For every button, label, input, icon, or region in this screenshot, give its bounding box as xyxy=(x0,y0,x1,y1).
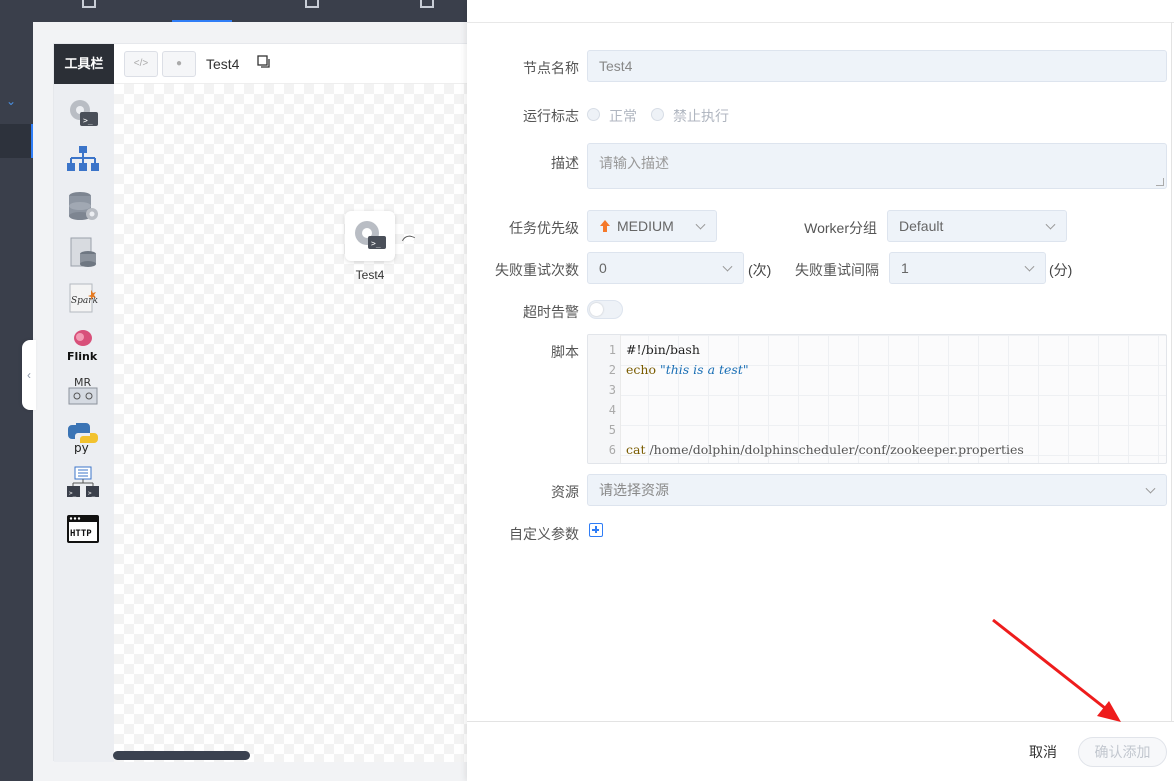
chevron-down-icon xyxy=(722,261,733,272)
chevron-down-icon[interactable]: ⌄ xyxy=(6,94,16,108)
copy-icon[interactable] xyxy=(257,55,271,69)
run-flag-forbidden-label: 禁止执行 xyxy=(673,108,729,124)
drawer-right-divider xyxy=(1171,22,1172,721)
resource-select[interactable]: 请选择资源 xyxy=(587,474,1167,506)
dag-name: Test4 xyxy=(206,56,240,72)
custom-params-label: 自定义参数 xyxy=(509,526,579,542)
svg-text:HTTP: HTTP xyxy=(70,529,92,539)
python-icon[interactable]: py xyxy=(66,420,100,454)
run-flag-label: 运行标志 xyxy=(523,108,579,124)
procedure-icon[interactable] xyxy=(66,190,100,224)
retry-times-select[interactable]: 0 xyxy=(587,252,744,284)
retry-times-label: 失败重试次数 xyxy=(495,262,579,278)
task-toolbar: >_ Spark Flink MR py >_ >_ HTTP xyxy=(54,84,114,762)
sql-icon[interactable] xyxy=(66,236,100,270)
svg-text:MR: MR xyxy=(74,376,91,389)
code-line-6: cat /home/dolphin/dolphinscheduler/conf/… xyxy=(626,442,1024,457)
header-nav-icon-3[interactable] xyxy=(420,0,434,8)
mr-icon[interactable]: MR xyxy=(66,374,100,408)
worker-group-select[interactable]: Default xyxy=(887,210,1067,242)
top-header xyxy=(0,0,467,22)
dependent-icon[interactable]: >_ >_ xyxy=(66,466,100,500)
http-icon[interactable]: HTTP xyxy=(66,512,100,546)
priority-label: 任务优先级 xyxy=(509,220,579,236)
code-line-2: echo "this is a test" xyxy=(626,362,749,377)
horizontal-scrollbar[interactable] xyxy=(113,751,250,760)
chevron-down-icon xyxy=(1145,483,1156,494)
svg-text:Flink: Flink xyxy=(67,350,98,362)
dag-toolbar: </> ● Test4 xyxy=(114,44,468,84)
line-number: 3 xyxy=(608,383,616,397)
shell-icon: >_ xyxy=(355,221,386,249)
sub-process-icon[interactable] xyxy=(66,144,100,178)
header-nav-icon-2[interactable] xyxy=(305,0,319,8)
description-label: 描述 xyxy=(551,155,579,171)
code-path: /home/dolphin/dolphinscheduler/conf/zook… xyxy=(649,442,1024,457)
code-line-1: #!/bin/bash xyxy=(626,342,700,357)
sidebar-active-item[interactable] xyxy=(0,124,33,158)
retry-times-value: 0 xyxy=(599,260,607,276)
run-flag-forbidden-radio[interactable] xyxy=(651,108,664,121)
editor-gutter: 1 2 3 4 5 6 xyxy=(588,335,621,463)
annotation-arrow-icon xyxy=(992,618,1121,722)
svg-text:>_: >_ xyxy=(69,490,77,497)
priority-value: MEDIUM xyxy=(617,218,674,234)
node-name-value: Test4 xyxy=(599,58,633,74)
worker-group-value: Default xyxy=(899,218,944,234)
line-number: 2 xyxy=(608,363,616,377)
line-number: 4 xyxy=(608,403,616,417)
code-string: "this is a test" xyxy=(659,362,749,377)
run-flag-normal-radio[interactable] xyxy=(587,108,600,121)
spark-icon[interactable]: Spark xyxy=(66,282,100,316)
code-view-button[interactable]: </> xyxy=(124,51,158,77)
dag-workspace: 工具栏 >_ Spark Flink MR py >_ >_ HTTP </> … xyxy=(53,43,468,762)
line-number: 1 xyxy=(608,343,616,357)
arrow-up-icon xyxy=(600,220,610,232)
dag-canvas[interactable] xyxy=(114,84,468,762)
priority-select[interactable]: MEDIUM xyxy=(587,210,717,242)
svg-text:>_: >_ xyxy=(88,490,96,497)
code-keyword: cat xyxy=(626,442,646,457)
collapse-sidebar-handle[interactable]: ‹ xyxy=(22,340,36,410)
description-placeholder: 请输入描述 xyxy=(599,155,669,171)
confirm-add-button[interactable]: 确认添加 xyxy=(1078,737,1167,767)
line-number: 6 xyxy=(608,443,616,457)
svg-text:Spark: Spark xyxy=(71,296,98,306)
header-nav-icon-1[interactable] xyxy=(82,0,96,8)
timeout-toggle[interactable] xyxy=(587,300,623,319)
retry-interval-unit: (分) xyxy=(1049,262,1073,278)
retry-interval-value: 1 xyxy=(901,260,909,276)
svg-text:py: py xyxy=(74,441,89,454)
worker-group-label: Worker分组 xyxy=(804,220,877,236)
chevron-down-icon xyxy=(695,219,706,230)
toolbar-title: 工具栏 xyxy=(54,44,114,84)
chevron-down-icon xyxy=(1045,219,1056,230)
node-name-input[interactable]: Test4 xyxy=(587,50,1167,82)
script-editor[interactable]: 1 2 3 4 5 6 #!/bin/bash echo "this is a … xyxy=(587,334,1167,464)
svg-text:>_: >_ xyxy=(371,239,381,248)
chevron-down-icon xyxy=(1024,261,1035,272)
add-param-plus-icon[interactable] xyxy=(589,523,603,537)
drawer-top-divider xyxy=(467,22,1174,23)
retry-interval-label: 失败重试间隔 xyxy=(795,262,879,278)
cancel-button[interactable]: 取消 xyxy=(1018,738,1068,766)
description-textarea[interactable]: 请输入描述 xyxy=(587,143,1167,189)
node-name-label: 节点名称 xyxy=(523,60,579,76)
script-label: 脚本 xyxy=(551,344,579,360)
resource-label: 资源 xyxy=(551,484,579,500)
shell-icon[interactable]: >_ xyxy=(66,96,100,130)
task-node[interactable]: >_ xyxy=(345,211,395,261)
flink-icon[interactable]: Flink xyxy=(66,328,100,362)
svg-text:>_: >_ xyxy=(83,116,93,125)
resize-grip-icon[interactable] xyxy=(1156,178,1164,186)
line-number: 5 xyxy=(608,423,616,437)
resource-placeholder: 请选择资源 xyxy=(599,482,669,498)
code-keyword: echo xyxy=(626,362,656,377)
timeout-label: 超时告警 xyxy=(523,304,579,320)
task-node-label: Test4 xyxy=(355,268,385,282)
run-flag-normal-label: 正常 xyxy=(609,108,637,124)
retry-interval-select[interactable]: 1 xyxy=(889,252,1046,284)
info-button[interactable]: ● xyxy=(162,51,196,77)
